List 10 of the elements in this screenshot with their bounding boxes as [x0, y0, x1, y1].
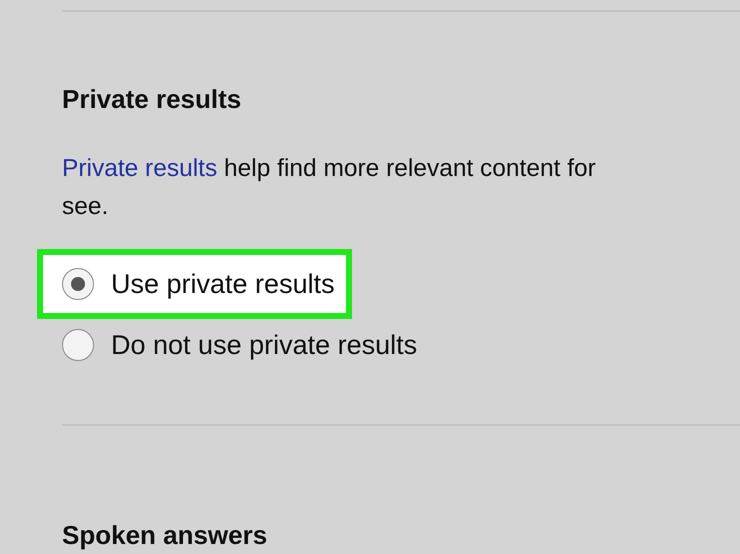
section-heading: Private results	[62, 84, 242, 114]
description-text: Private results help find more relevant content for see.	[62, 154, 597, 222]
option-label: Do not use private results	[111, 330, 418, 360]
radio-button[interactable]	[62, 268, 94, 300]
highlighted-radio-option[interactable]: Use private results	[40, 252, 349, 316]
section-heading: Spoken answers	[62, 520, 268, 550]
radio-option[interactable]: Do not use private results	[40, 316, 418, 374]
private-results-link[interactable]: Private results	[62, 155, 218, 182]
radio-button[interactable]	[62, 329, 94, 361]
option-label: Use private results	[111, 268, 335, 300]
